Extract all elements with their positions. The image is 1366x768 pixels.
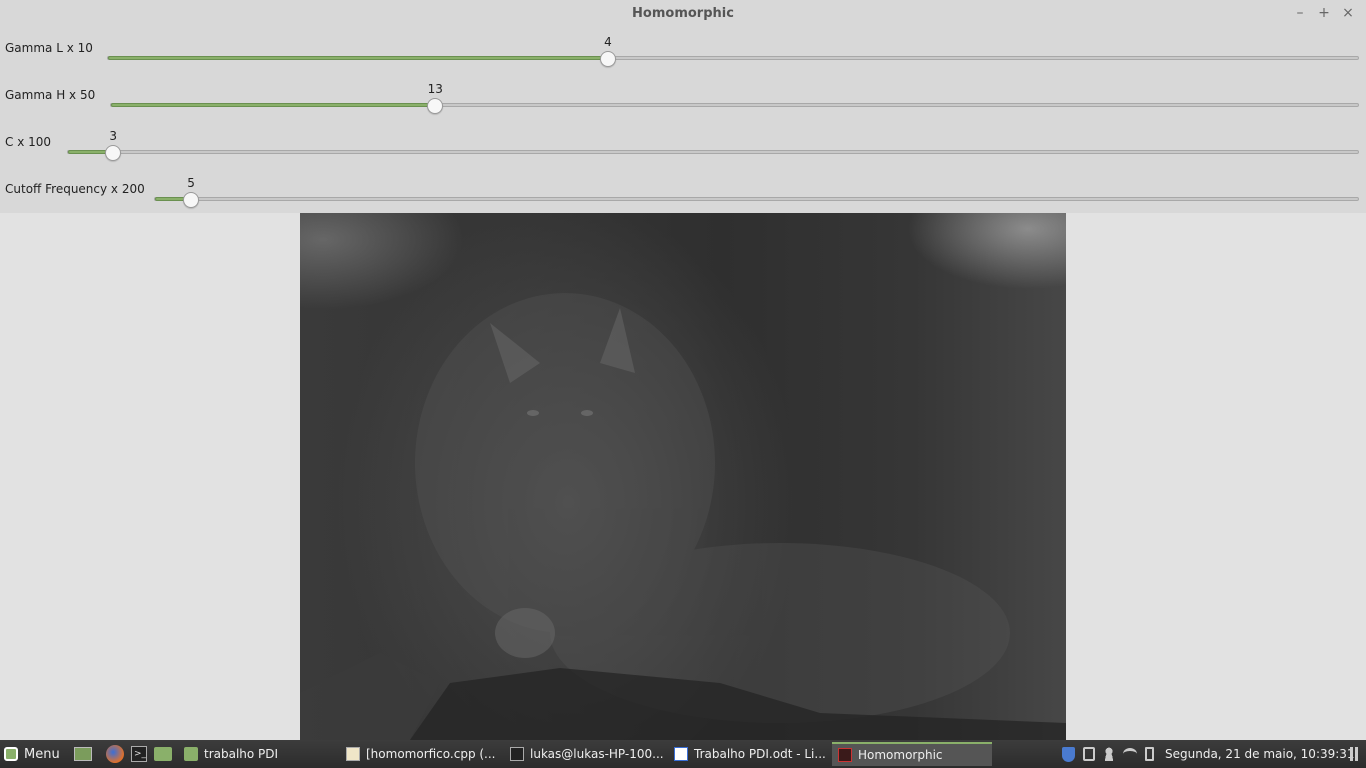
task-label: Homomorphic — [858, 748, 943, 762]
minimize-button[interactable]: – — [1292, 5, 1308, 21]
wifi-icon[interactable] — [1123, 748, 1137, 760]
update-manager-icon[interactable] — [1083, 747, 1095, 761]
trackbar-gamma-h: Gamma H x 50 13 — [0, 75, 1366, 122]
task-label: trabalho PDI — [204, 747, 279, 761]
slider-value: 4 — [604, 35, 612, 49]
firefox-launcher[interactable] — [106, 740, 124, 768]
maximize-button[interactable]: + — [1316, 5, 1332, 21]
trackbar-gamma-l: Gamma L x 10 4 — [0, 28, 1366, 75]
notification-icon — [1350, 747, 1358, 761]
folder-icon — [184, 747, 198, 761]
slider-track[interactable]: 5 — [154, 176, 1359, 208]
user-icon[interactable] — [1103, 747, 1115, 761]
task-label: Trabalho PDI.odt - Li... — [694, 747, 826, 761]
trackbar-c: C x 100 3 — [0, 122, 1366, 169]
folder-icon — [154, 747, 172, 761]
slider-track[interactable]: 13 — [110, 82, 1359, 114]
slider-value: 13 — [427, 82, 443, 96]
slider-thumb[interactable] — [183, 192, 200, 208]
clock[interactable]: Segunda, 21 de maio, 10:39:31 — [1165, 740, 1355, 768]
slider-thumb[interactable] — [427, 98, 444, 114]
app-window-icon — [838, 748, 852, 762]
slider-fill — [108, 56, 608, 60]
slider-value: 3 — [109, 129, 117, 143]
document-icon — [674, 747, 688, 761]
task-label: [homomorfico.cpp (... — [366, 747, 496, 761]
filtered-image — [300, 213, 1066, 740]
menu-label: Menu — [24, 746, 60, 762]
terminal-icon — [510, 747, 524, 761]
slider-track[interactable]: 3 — [67, 129, 1359, 161]
window-title: Homomorphic — [632, 6, 734, 21]
title-bar: Homomorphic – + × — [0, 0, 1366, 28]
task-homomorfico-cpp[interactable]: [homomorfico.cpp (... — [340, 742, 500, 766]
clock-text: Segunda, 21 de maio, 10:39:31 — [1165, 747, 1355, 761]
taskbar: Menu >_ trabalho PDI [homomorfico.cpp (.… — [0, 740, 1366, 768]
trackbar-cutoff-frequency: Cutoff Frequency x 200 5 — [0, 169, 1366, 216]
close-button[interactable]: × — [1340, 5, 1356, 21]
trackbar-label: Gamma H x 50 — [5, 88, 96, 102]
trackbar-label: Gamma L x 10 — [5, 41, 93, 55]
firefox-icon — [106, 745, 124, 763]
trackbar-panel: Gamma L x 10 4 Gamma H x 50 13 C x 100 3… — [0, 28, 1366, 213]
image-area — [0, 213, 1366, 740]
desktop-icon — [74, 747, 92, 761]
slider-thumb[interactable] — [600, 51, 616, 67]
battery-icon[interactable] — [1145, 747, 1154, 761]
task-trabalho-pdi[interactable]: trabalho PDI — [178, 742, 338, 766]
task-trabalho-pdi-odt[interactable]: Trabalho PDI.odt - Li... — [668, 742, 828, 766]
slider-fill — [111, 103, 436, 107]
slider-thumb[interactable] — [105, 145, 122, 161]
task-homomorphic[interactable]: Homomorphic — [832, 742, 992, 766]
slider-value: 5 — [187, 176, 195, 190]
files-launcher[interactable] — [154, 740, 172, 768]
show-desktop-launcher[interactable] — [74, 740, 92, 768]
terminal-icon: >_ — [131, 746, 147, 762]
text-editor-icon — [346, 747, 360, 761]
shield-icon[interactable] — [1062, 746, 1075, 762]
trackbar-label: C x 100 — [5, 135, 52, 149]
task-label: lukas@lukas-HP-100... — [530, 747, 664, 761]
mint-logo-icon — [4, 747, 18, 761]
menu-button[interactable]: Menu — [4, 740, 60, 768]
notifications-button[interactable] — [1350, 740, 1358, 768]
trackbar-label: Cutoff Frequency x 200 — [5, 182, 145, 196]
slider-track[interactable]: 4 — [107, 35, 1359, 67]
terminal-launcher[interactable]: >_ — [131, 740, 147, 768]
task-terminal[interactable]: lukas@lukas-HP-100... — [504, 742, 664, 766]
wolf-image-illustration — [300, 293, 1066, 740]
system-tray — [1062, 740, 1154, 768]
